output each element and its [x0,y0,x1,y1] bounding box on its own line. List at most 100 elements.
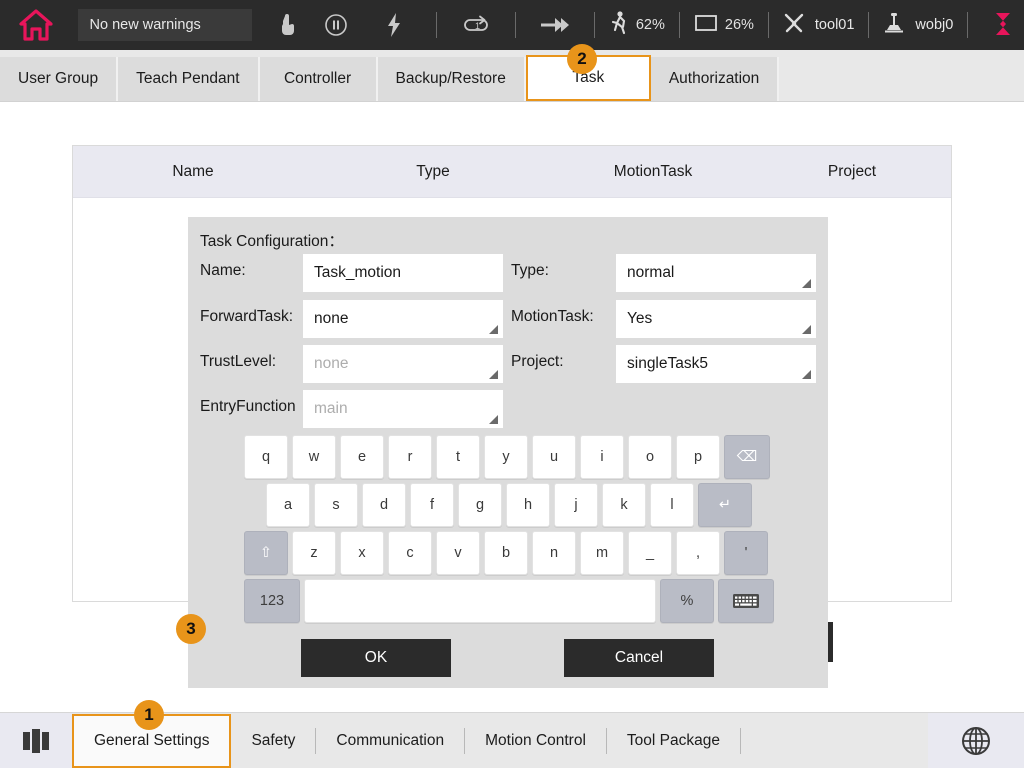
project-dropdown[interactable]: singleTask5 [616,345,816,383]
lightning-bolt-icon[interactable] [365,0,423,50]
tab-authorization[interactable]: Authorization [651,57,779,101]
key-o[interactable]: o [628,435,672,479]
hide-keyboard-icon[interactable] [718,579,774,623]
cancel-button[interactable]: Cancel [564,639,714,677]
bottom-nav-communication[interactable]: Communication [316,714,464,768]
annotation-badge-2: 2 [567,44,597,74]
tab-backup-restore[interactable]: Backup/Restore [378,57,526,101]
nav-label: Motion Control [485,732,586,750]
key-j[interactable]: j [554,483,598,527]
loop-once-icon[interactable]: 1 [451,0,501,50]
tool-indicator[interactable]: tool01 [783,0,855,50]
forwardtask-label: ForwardTask: [200,308,293,326]
tab-label: Backup/Restore [396,70,506,88]
dialog-title: Task Configuration： [200,229,344,251]
motiontask-label: MotionTask: [511,308,594,326]
divider [515,12,516,38]
type-label: Type: [511,262,549,280]
type-dropdown[interactable]: normal [616,254,816,292]
ok-button[interactable]: OK [301,639,451,677]
name-label: Name: [200,262,246,280]
keyboard-row-1: qwertyuiop⌫ [244,435,774,479]
workobject-indicator[interactable]: wobj0 [883,0,953,50]
bottom-nav-safety[interactable]: Safety [231,714,315,768]
backspace-icon[interactable]: ⌫ [724,435,770,479]
key-f[interactable]: f [410,483,454,527]
key-w[interactable]: w [292,435,336,479]
screen-indicator[interactable]: 26% [694,0,754,50]
key-h[interactable]: h [506,483,550,527]
forwardtask-value: none [314,310,348,328]
globe-icon[interactable] [928,713,1024,768]
robot-arm-icon[interactable] [982,0,1024,50]
entryfunction-dropdown[interactable]: main [303,390,503,428]
key-g[interactable]: g [458,483,502,527]
entryfunction-placeholder: main [314,400,348,418]
tab-controller[interactable]: Controller [260,57,378,101]
task-configuration-dialog: Task Configuration： Name: Task_motion Ty… [188,217,828,688]
chevron-down-icon [802,279,811,288]
key-e[interactable]: e [340,435,384,479]
bottom-nav-motion-control[interactable]: Motion Control [465,714,606,768]
nav-label: Safety [251,732,295,750]
tab-label: User Group [18,70,98,88]
tab-teach-pendant[interactable]: Teach Pendant [118,57,259,101]
key-n[interactable]: n [532,531,576,575]
key-y[interactable]: y [484,435,528,479]
speed-indicator[interactable]: 62% [609,0,665,50]
panels-icon[interactable] [0,713,72,768]
column-header-motiontask: MotionTask [553,163,753,181]
chevron-down-icon [802,370,811,379]
key-c[interactable]: c [388,531,432,575]
forwardtask-dropdown[interactable]: none [303,300,503,338]
key-a[interactable]: a [266,483,310,527]
key-s[interactable]: s [314,483,358,527]
key-u[interactable]: u [532,435,576,479]
key-d[interactable]: d [362,483,406,527]
running-man-icon [609,10,629,41]
key-t[interactable]: t [436,435,480,479]
keyboard-row-2: asdfghjkl↵ [266,483,774,527]
key-v[interactable]: v [436,531,480,575]
trustlevel-placeholder: none [314,355,348,373]
task-table-header: Name Type MotionTask Project [73,146,951,198]
key-k[interactable]: k [602,483,646,527]
key-b[interactable]: b [484,531,528,575]
column-header-project: Project [753,163,951,181]
key-comma[interactable]: , [676,531,720,575]
pause-circle-icon[interactable] [307,0,365,50]
tab-label: Controller [284,70,351,88]
app-root: No new warnings 1 [0,0,1024,768]
home-icon[interactable] [0,0,72,50]
shift-icon[interactable]: ⇧ [244,531,288,575]
key-space[interactable] [304,579,656,623]
key-m[interactable]: m [580,531,624,575]
key-i[interactable]: i [580,435,624,479]
key-percent[interactable]: % [660,579,714,623]
joystick-icon [883,11,905,40]
trustlevel-dropdown[interactable]: none [303,345,503,383]
key-p[interactable]: p [676,435,720,479]
key-l[interactable]: l [650,483,694,527]
key-r[interactable]: r [388,435,432,479]
bottom-nav-tool-package[interactable]: Tool Package [607,714,740,768]
enter-icon[interactable]: ↵ [698,483,752,527]
warning-text: No new warnings [90,17,201,33]
name-input[interactable]: Task_motion [303,254,503,292]
motiontask-dropdown[interactable]: Yes [616,300,816,338]
entryfunction-label: EntryFunction [200,398,296,416]
key-numeric-mode[interactable]: 123 [244,579,300,623]
tab-user-group[interactable]: User Group [0,57,118,101]
fast-forward-icon[interactable] [530,0,580,50]
key-x[interactable]: x [340,531,384,575]
nav-label: General Settings [94,732,209,750]
project-label: Project: [511,353,564,371]
warning-message-box[interactable]: No new warnings [78,9,252,41]
chevron-down-icon [802,325,811,334]
key-q[interactable]: q [244,435,288,479]
key-z[interactable]: z [292,531,336,575]
hand-pointer-icon[interactable] [269,0,307,50]
key-underscore[interactable]: _ [628,531,672,575]
key-apostrophe[interactable]: ' [724,531,768,575]
divider [868,12,869,38]
